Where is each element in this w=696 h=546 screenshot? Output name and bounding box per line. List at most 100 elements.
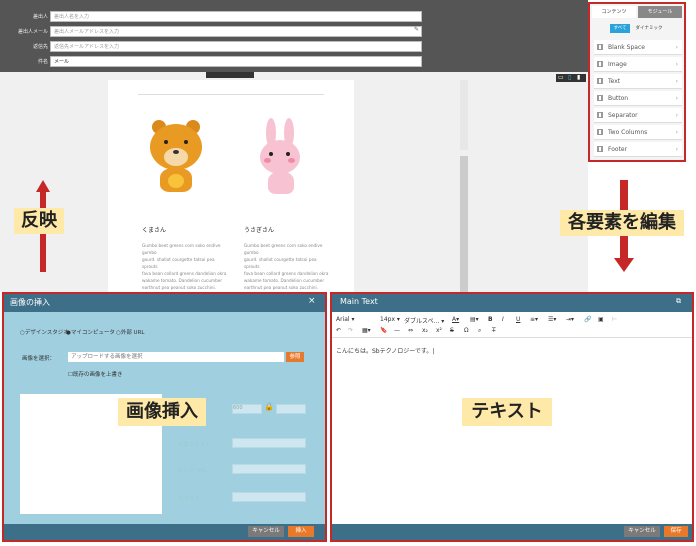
subtab-all[interactable]: すべて	[610, 24, 630, 33]
style-label: スタイル	[178, 496, 201, 502]
italic-icon[interactable]: I	[502, 316, 504, 323]
link-icon[interactable]: 🔗	[584, 316, 591, 323]
chevron-right-icon: ›	[675, 95, 678, 102]
hr-icon[interactable]: —	[394, 327, 400, 334]
annotation-image-insert: 画像挿入	[118, 398, 206, 426]
block-icon	[597, 146, 603, 152]
subscript-icon[interactable]: x₂	[422, 327, 428, 334]
upload-file-input[interactable]: アップロードする画像を選択	[68, 352, 284, 362]
select-image-label: 画像を選択：	[22, 356, 56, 362]
style-input[interactable]	[232, 492, 306, 502]
rabbit-description: Gumbo beet greens corn soko endive gumbo…	[244, 243, 329, 290]
chevron-right-icon: ›	[675, 146, 678, 153]
width-input[interactable]: 600	[232, 404, 262, 414]
undo-icon[interactable]: ↶	[336, 327, 341, 334]
image-icon[interactable]: ▣	[598, 316, 604, 323]
canvas-scrollbar[interactable]	[460, 156, 468, 292]
radio-design-studio[interactable]: ○デザインスタジオ	[20, 328, 69, 336]
image-dialog-footer: キャンセル 挿入	[4, 524, 325, 540]
panel-item-two-columns[interactable]: Two Columns ›	[594, 125, 682, 140]
chevron-right-icon: ›	[675, 112, 678, 119]
down-arrow-icon	[614, 258, 634, 272]
text-save-button[interactable]: 保存	[664, 526, 688, 537]
strikethrough-icon[interactable]: S	[450, 327, 454, 334]
canvas-tab-marker	[206, 72, 254, 78]
desktop-view-icon[interactable]: ▭	[558, 74, 564, 81]
alt-text-input[interactable]	[232, 438, 306, 448]
block-icon	[597, 129, 603, 135]
underline-icon[interactable]: U	[516, 316, 520, 323]
image-cancel-button[interactable]: キャンセル	[248, 526, 284, 537]
panel-item-blank-space[interactable]: Blank Space ›	[594, 40, 682, 55]
reply-to-row: 返信先 返信先メールアドレスを入力	[0, 41, 430, 53]
tab-contents[interactable]: コンテンツ	[592, 6, 636, 18]
link-url-label: リンク URL：	[178, 468, 213, 474]
style-select[interactable]: ダブルスペ... ▾	[404, 316, 444, 325]
panel-item-text[interactable]: Text ›	[594, 74, 682, 89]
radio-external-url[interactable]: ○外部 URL	[116, 328, 144, 336]
chevron-right-icon: ›	[675, 78, 678, 85]
block-icon	[597, 61, 603, 67]
edit-pencil-icon[interactable]: ✎	[414, 26, 419, 33]
annotation-text: テキスト	[462, 398, 552, 426]
mobile-view-icon[interactable]: ▮	[577, 74, 580, 81]
block-icon	[597, 95, 603, 101]
subject-label: 件名	[37, 59, 48, 65]
tab-modules[interactable]: モジュール	[638, 6, 682, 18]
view-toolbar: ▭ ▯ ▮	[556, 74, 586, 82]
overwrite-checkbox[interactable]: ☐既存の画像を上書き	[68, 370, 122, 378]
block-icon	[597, 112, 603, 118]
find-icon[interactable]: ⌕	[478, 327, 481, 335]
rabbit-name: うさぎさん	[244, 227, 275, 234]
image-insert-button[interactable]: 挿入	[288, 526, 314, 537]
annotation-edit-elements: 各要素を編集	[560, 210, 684, 236]
maximize-icon[interactable]: ⧉	[676, 297, 681, 306]
panel-item-button[interactable]: Button ›	[594, 91, 682, 106]
from-name-input[interactable]: 差出人名を入力	[50, 11, 422, 22]
chevron-right-icon: ›	[675, 61, 678, 68]
image-dialog-title: 画像の挿入	[10, 298, 50, 307]
clear-format-icon[interactable]: T̶	[492, 327, 496, 334]
panel-item-footer[interactable]: Footer ›	[594, 142, 682, 157]
rabbit-image[interactable]	[254, 118, 314, 198]
indent-icon[interactable]: ⇥▾	[566, 316, 574, 323]
link-url-input[interactable]	[232, 464, 306, 474]
subtab-dynamic[interactable]: ダイナミック	[632, 24, 666, 33]
radio-my-computer[interactable]: ●マイコンピュータ	[66, 328, 115, 336]
bear-image[interactable]	[146, 118, 206, 198]
redo-icon[interactable]: ↷	[348, 327, 353, 334]
from-email-input[interactable]: 差出人メールアドレスを入力	[50, 26, 422, 37]
list-icon[interactable]: ☰▾	[548, 316, 556, 323]
email-header-form: 差出人 差出人名を入力 差出人メール 差出人メールアドレスを入力 ✎ 返信先 返…	[0, 0, 588, 72]
bear-name: くまさん	[142, 227, 167, 234]
text-cancel-button[interactable]: キャンセル	[624, 526, 660, 537]
height-input[interactable]	[276, 404, 306, 414]
panel-item-separator[interactable]: Separator ›	[594, 108, 682, 123]
text-body[interactable]: こんにちは。Sbテクノロジーです。|	[336, 346, 434, 355]
bear-description: Gumbo beet greens corn soko endive gumbo…	[142, 243, 227, 290]
omega-icon[interactable]: Ω	[464, 327, 469, 334]
bold-icon[interactable]: B	[488, 316, 493, 323]
special-char-icon[interactable]: ⇔	[408, 327, 413, 334]
bookmark-icon[interactable]: 🔖	[380, 327, 387, 334]
table-icon[interactable]: ▦▾	[362, 327, 371, 334]
scroll-track	[460, 80, 468, 150]
tablet-view-icon[interactable]: ▯	[568, 74, 571, 81]
superscript-icon[interactable]: x²	[436, 327, 442, 334]
font-color-icon[interactable]: A▾	[452, 316, 459, 323]
content-panel: コンテンツ モジュール すべて ダイナミック Blank Space › Imag…	[588, 2, 686, 162]
align-icon[interactable]: ≡▾	[530, 316, 538, 323]
block-icon	[597, 44, 603, 50]
reply-to-input[interactable]: 返信先メールアドレスを入力	[50, 41, 422, 52]
lock-icon[interactable]: 🔒	[264, 402, 274, 411]
horizontal-rule-icon[interactable]: ⊢	[612, 316, 617, 323]
background-color-icon[interactable]: ▤▾	[470, 316, 479, 323]
subject-input[interactable]: メール	[50, 56, 422, 67]
email-preview[interactable]: くまさん うさぎさん Gumbo beet greens corn soko e…	[108, 80, 354, 292]
panel-item-image[interactable]: Image ›	[594, 57, 682, 72]
font-select[interactable]: Arial ▾	[336, 316, 355, 323]
close-icon[interactable]: ×	[308, 296, 316, 306]
browse-button[interactable]: 参照	[286, 352, 304, 362]
subject-row: 件名 メール	[0, 56, 430, 68]
font-size-select[interactable]: 14px ▾	[380, 316, 400, 323]
